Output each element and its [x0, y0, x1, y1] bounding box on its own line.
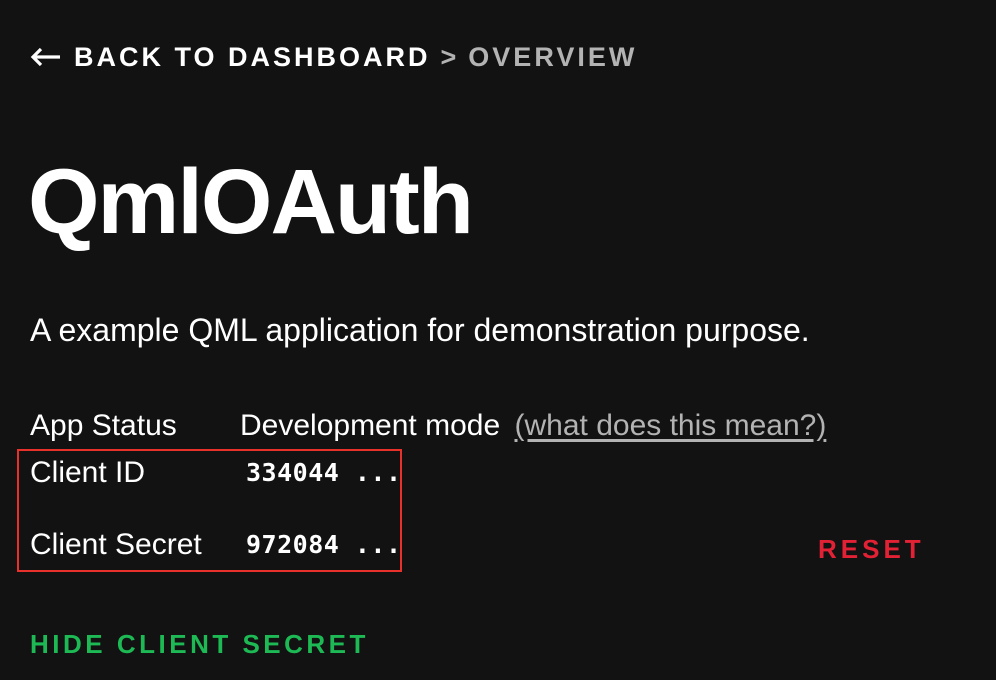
client-id-value: 334044 ... [246, 458, 402, 487]
app-description: A example QML application for demonstrat… [30, 312, 810, 348]
app-status-text: Development mode [240, 409, 501, 442]
breadcrumb: Back to Dashboard > Overview [30, 40, 637, 74]
reset-button[interactable]: Reset [818, 532, 925, 566]
back-to-dashboard-link[interactable]: Back to Dashboard [30, 42, 431, 73]
arrow-left-icon [30, 47, 62, 67]
client-secret-label: Client Secret [30, 528, 202, 561]
back-to-dashboard-label: Back to Dashboard [74, 41, 431, 72]
breadcrumb-separator: > [440, 41, 457, 72]
client-id-label: Client ID [30, 456, 146, 489]
app-title: QmlOAuth [28, 151, 474, 253]
client-secret-value: 972084 ... [246, 530, 402, 559]
breadcrumb-current: Overview [468, 41, 638, 72]
app-status-value: Development mode (what does this mean?) [240, 408, 826, 444]
hide-client-secret-button[interactable]: Hide client secret [30, 627, 369, 661]
status-help-link[interactable]: (what does this mean?) [515, 409, 827, 442]
app-status-label: App Status [30, 409, 177, 442]
